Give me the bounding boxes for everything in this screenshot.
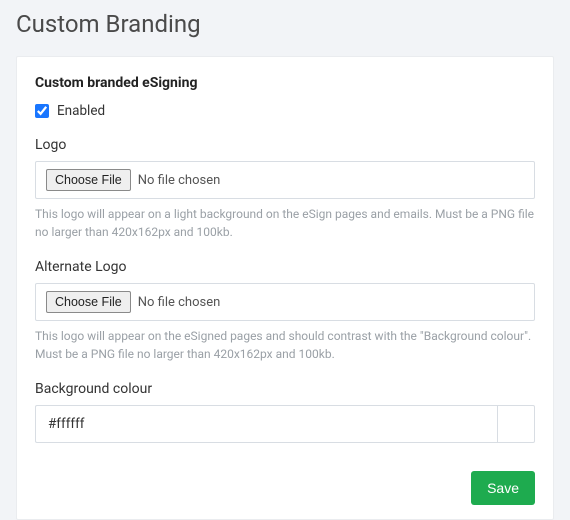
branding-card: Custom branded eSigning Enabled Logo Cho… xyxy=(16,56,554,520)
bg-colour-row xyxy=(35,405,535,443)
enabled-checkbox[interactable] xyxy=(35,104,49,118)
page-title: Custom Branding xyxy=(16,10,554,38)
alt-logo-help-text: This logo will appear on the eSigned pag… xyxy=(35,327,535,363)
alt-logo-file-status: No file chosen xyxy=(138,295,221,310)
alt-logo-file-field[interactable]: Choose File No file chosen xyxy=(35,283,535,321)
alt-logo-choose-file-button[interactable]: Choose File xyxy=(46,291,131,313)
bg-colour-input[interactable] xyxy=(35,405,497,443)
bg-colour-label: Background colour xyxy=(35,381,535,397)
logo-help-text: This logo will appear on a light backgro… xyxy=(35,205,535,241)
save-button[interactable]: Save xyxy=(471,471,535,505)
enabled-row: Enabled xyxy=(35,103,535,119)
bg-colour-swatch[interactable] xyxy=(497,405,535,443)
logo-choose-file-button[interactable]: Choose File xyxy=(46,169,131,191)
actions-row: Save xyxy=(35,471,535,505)
logo-file-field[interactable]: Choose File No file chosen xyxy=(35,161,535,199)
alt-logo-label: Alternate Logo xyxy=(35,259,535,275)
logo-file-status: No file chosen xyxy=(138,173,221,188)
section-title: Custom branded eSigning xyxy=(35,75,535,91)
enabled-label: Enabled xyxy=(57,103,105,119)
logo-label: Logo xyxy=(35,137,535,153)
